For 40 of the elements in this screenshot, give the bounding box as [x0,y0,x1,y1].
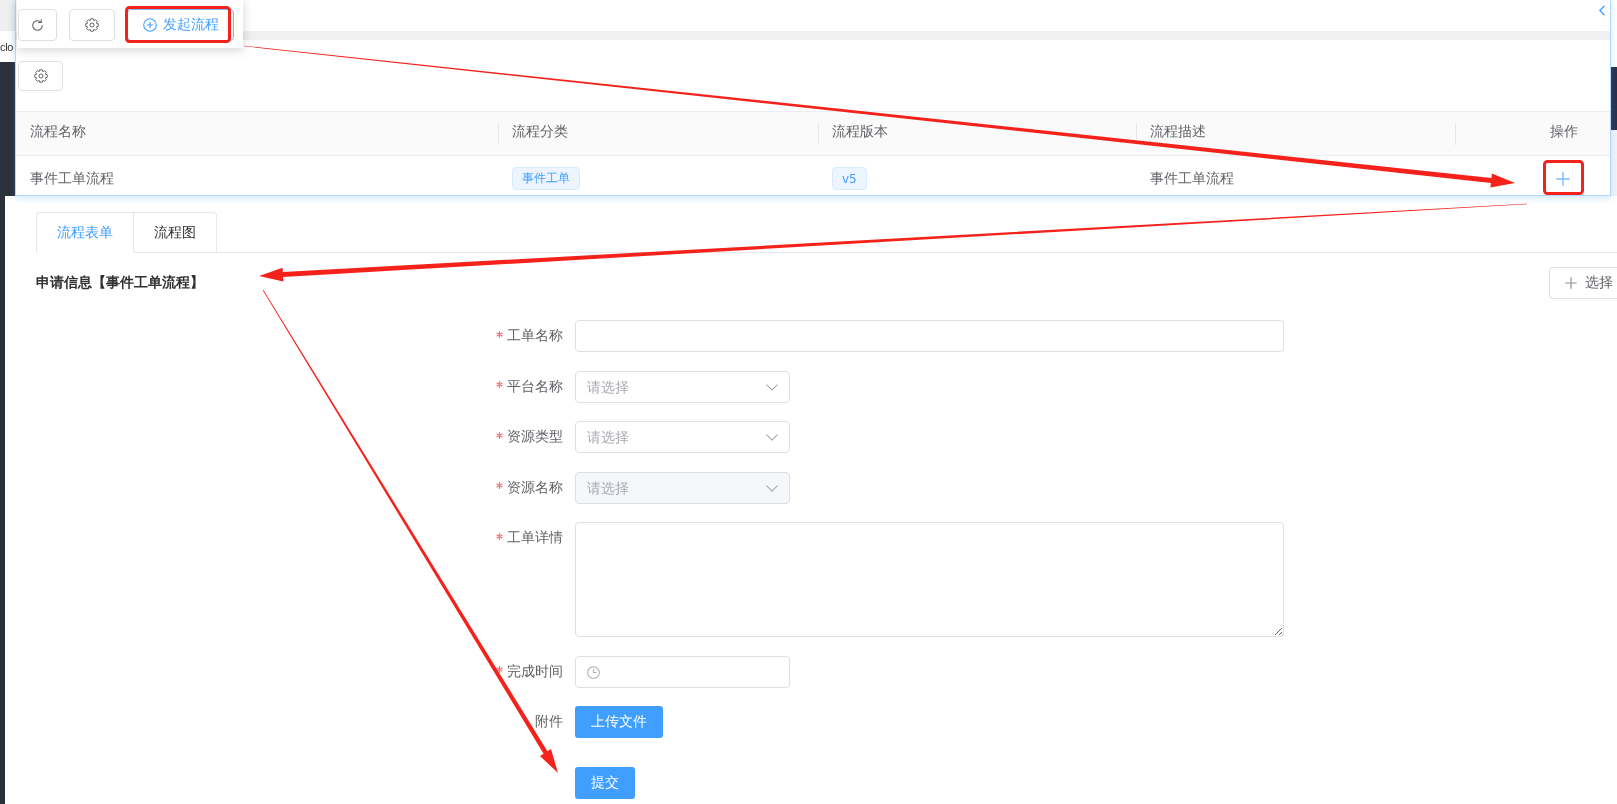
tab[interactable]: 流程表单 [36,212,134,253]
background-text: clo [0,39,15,55]
start-process-button[interactable]: 发起流程 [127,9,234,41]
plus-icon [1565,277,1577,289]
field-label: 附件 [535,713,563,731]
settings-button[interactable] [18,61,63,91]
plus-icon[interactable] [1556,171,1570,186]
choose-button[interactable]: 选择 [1549,267,1617,299]
annotation-frame [1543,160,1584,195]
category-tag: 事件工单 [512,167,580,190]
field-label: 工单名称 [507,327,563,345]
submit-button[interactable]: 提交 [575,766,635,799]
chevron-down-icon [766,484,778,492]
settings-button[interactable] [69,9,115,41]
field-label: 完成时间 [507,662,563,681]
chevron-left-icon[interactable] [1599,5,1605,16]
chevron-down-icon [766,434,778,441]
field-label: 资源名称 [507,478,563,497]
field-label: 资源类型 [507,428,563,446]
gear-icon [85,18,99,32]
field-label: 工单详情 [507,529,563,547]
textarea-field[interactable] [575,522,1284,637]
table-cell-text: 事件工单流程 [29,168,115,188]
chevron-down-icon [766,383,778,391]
table-cell-text: 事件工单流程 [1149,168,1235,188]
section-title: 申请信息【事件工单流程】 [36,274,204,292]
text-input[interactable] [575,320,1284,352]
time-picker-field[interactable] [575,655,790,688]
tab[interactable]: 流程图 [134,212,217,253]
select-field[interactable]: 请选择 [575,421,790,453]
column-header: 流程名称 [29,122,87,141]
gear-icon [33,69,48,83]
refresh-icon [31,18,44,32]
version-tag: v5 [832,167,867,190]
select-field[interactable]: 请选择 [575,370,790,403]
refresh-button[interactable] [18,9,57,41]
upload-button[interactable]: 上传文件 [575,706,663,738]
plus-circle-icon [142,18,157,32]
clock-icon [587,665,600,679]
field-label: 平台名称 [507,377,563,396]
